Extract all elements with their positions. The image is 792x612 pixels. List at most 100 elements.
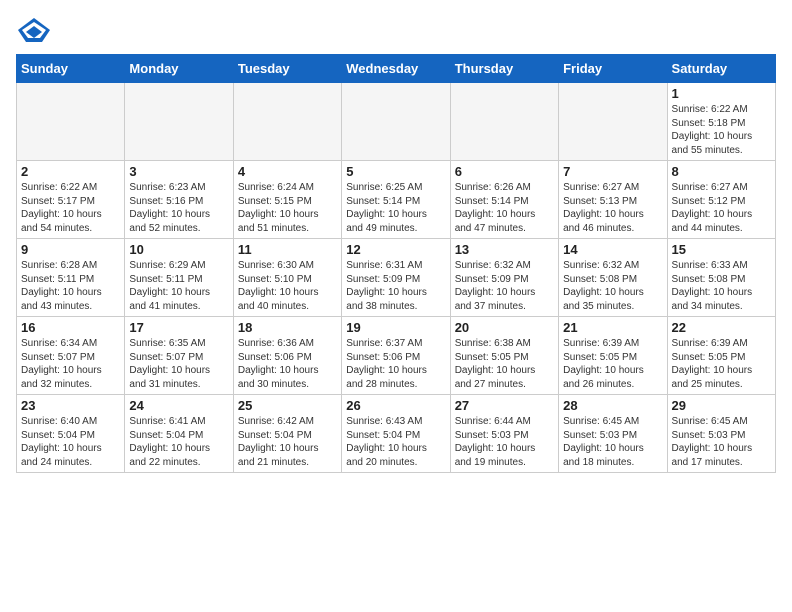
day-info: Sunrise: 6:39 AM Sunset: 5:05 PM Dayligh… — [563, 337, 662, 391]
day-info: Sunrise: 6:34 AM Sunset: 5:07 PM Dayligh… — [21, 337, 120, 391]
weekday-header-saturday: Saturday — [667, 55, 775, 83]
calendar-row: 2 Sunrise: 6:22 AM Sunset: 5:17 PM Daylig… — [17, 161, 776, 239]
calendar-cell: 16 Sunrise: 6:34 AM Sunset: 5:07 PM Dayli… — [17, 317, 125, 395]
weekday-header-row: SundayMondayTuesdayWednesdayThursdayFrid… — [17, 55, 776, 83]
day-number: 27 — [455, 398, 554, 413]
day-number: 3 — [129, 164, 228, 179]
calendar-cell: 19 Sunrise: 6:37 AM Sunset: 5:06 PM Dayli… — [342, 317, 450, 395]
day-info: Sunrise: 6:44 AM Sunset: 5:03 PM Dayligh… — [455, 415, 554, 469]
calendar-cell: 18Sunrise: 6:36 AM Sunset: 5:06 PM Dayli… — [233, 317, 341, 395]
day-number: 12 — [346, 242, 445, 257]
day-info: Sunrise: 6:40 AM Sunset: 5:04 PM Dayligh… — [21, 415, 120, 469]
calendar-cell: 27 Sunrise: 6:44 AM Sunset: 5:03 PM Dayli… — [450, 395, 558, 473]
day-info: Sunrise: 6:31 AM Sunset: 5:09 PM Dayligh… — [346, 259, 445, 313]
calendar-cell: 21 Sunrise: 6:39 AM Sunset: 5:05 PM Dayli… — [559, 317, 667, 395]
calendar-row: 9Sunrise: 6:28 AM Sunset: 5:11 PM Daylig… — [17, 239, 776, 317]
day-number: 16 — [21, 320, 120, 335]
calendar-row: 1 Sunrise: 6:22 AM Sunset: 5:18 PM Daylig… — [17, 83, 776, 161]
calendar-cell: 10 Sunrise: 6:29 AM Sunset: 5:11 PM Dayli… — [125, 239, 233, 317]
day-info: Sunrise: 6:25 AM Sunset: 5:14 PM Dayligh… — [346, 181, 445, 235]
calendar-cell: 17Sunrise: 6:35 AM Sunset: 5:07 PM Dayli… — [125, 317, 233, 395]
day-info: Sunrise: 6:27 AM Sunset: 5:13 PM Dayligh… — [563, 181, 662, 235]
day-number: 10 — [129, 242, 228, 257]
day-info: Sunrise: 6:28 AM Sunset: 5:11 PM Dayligh… — [21, 259, 120, 313]
calendar-cell — [559, 83, 667, 161]
calendar-cell: 14 Sunrise: 6:32 AM Sunset: 5:08 PM Dayli… — [559, 239, 667, 317]
calendar-cell: 15 Sunrise: 6:33 AM Sunset: 5:08 PM Dayli… — [667, 239, 775, 317]
weekday-header-tuesday: Tuesday — [233, 55, 341, 83]
day-info: Sunrise: 6:43 AM Sunset: 5:04 PM Dayligh… — [346, 415, 445, 469]
calendar-cell: 12 Sunrise: 6:31 AM Sunset: 5:09 PM Dayli… — [342, 239, 450, 317]
calendar-cell: 26Sunrise: 6:43 AM Sunset: 5:04 PM Dayli… — [342, 395, 450, 473]
calendar-table: SundayMondayTuesdayWednesdayThursdayFrid… — [16, 54, 776, 473]
calendar-cell: 6 Sunrise: 6:26 AM Sunset: 5:14 PM Daylig… — [450, 161, 558, 239]
day-info: Sunrise: 6:39 AM Sunset: 5:05 PM Dayligh… — [672, 337, 771, 391]
calendar-cell: 22 Sunrise: 6:39 AM Sunset: 5:05 PM Dayli… — [667, 317, 775, 395]
day-number: 4 — [238, 164, 337, 179]
calendar-cell — [450, 83, 558, 161]
day-number: 19 — [346, 320, 445, 335]
calendar-cell: 28 Sunrise: 6:45 AM Sunset: 5:03 PM Dayli… — [559, 395, 667, 473]
day-info: Sunrise: 6:29 AM Sunset: 5:11 PM Dayligh… — [129, 259, 228, 313]
day-info: Sunrise: 6:36 AM Sunset: 5:06 PM Dayligh… — [238, 337, 337, 391]
calendar-cell — [17, 83, 125, 161]
weekday-header-wednesday: Wednesday — [342, 55, 450, 83]
calendar-cell: 24 Sunrise: 6:41 AM Sunset: 5:04 PM Dayli… — [125, 395, 233, 473]
day-info: Sunrise: 6:45 AM Sunset: 5:03 PM Dayligh… — [563, 415, 662, 469]
day-info: Sunrise: 6:30 AM Sunset: 5:10 PM Dayligh… — [238, 259, 337, 313]
calendar-cell: 20 Sunrise: 6:38 AM Sunset: 5:05 PM Dayli… — [450, 317, 558, 395]
day-info: Sunrise: 6:23 AM Sunset: 5:16 PM Dayligh… — [129, 181, 228, 235]
day-info: Sunrise: 6:37 AM Sunset: 5:06 PM Dayligh… — [346, 337, 445, 391]
day-info: Sunrise: 6:38 AM Sunset: 5:05 PM Dayligh… — [455, 337, 554, 391]
day-info: Sunrise: 6:22 AM Sunset: 5:17 PM Dayligh… — [21, 181, 120, 235]
weekday-header-friday: Friday — [559, 55, 667, 83]
day-number: 13 — [455, 242, 554, 257]
calendar-cell: 9Sunrise: 6:28 AM Sunset: 5:11 PM Daylig… — [17, 239, 125, 317]
calendar-cell — [342, 83, 450, 161]
day-number: 2 — [21, 164, 120, 179]
calendar-cell: 11 Sunrise: 6:30 AM Sunset: 5:10 PM Dayli… — [233, 239, 341, 317]
day-number: 15 — [672, 242, 771, 257]
calendar-cell — [125, 83, 233, 161]
day-number: 22 — [672, 320, 771, 335]
day-info: Sunrise: 6:26 AM Sunset: 5:14 PM Dayligh… — [455, 181, 554, 235]
calendar-cell — [233, 83, 341, 161]
calendar-cell: 23Sunrise: 6:40 AM Sunset: 5:04 PM Dayli… — [17, 395, 125, 473]
day-number: 7 — [563, 164, 662, 179]
calendar-cell: 4 Sunrise: 6:24 AM Sunset: 5:15 PM Daylig… — [233, 161, 341, 239]
day-number: 14 — [563, 242, 662, 257]
day-number: 6 — [455, 164, 554, 179]
calendar-cell: 1 Sunrise: 6:22 AM Sunset: 5:18 PM Daylig… — [667, 83, 775, 161]
calendar-row: 16 Sunrise: 6:34 AM Sunset: 5:07 PM Dayli… — [17, 317, 776, 395]
day-number: 29 — [672, 398, 771, 413]
day-number: 1 — [672, 86, 771, 101]
weekday-header-thursday: Thursday — [450, 55, 558, 83]
day-info: Sunrise: 6:45 AM Sunset: 5:03 PM Dayligh… — [672, 415, 771, 469]
day-info: Sunrise: 6:33 AM Sunset: 5:08 PM Dayligh… — [672, 259, 771, 313]
day-number: 24 — [129, 398, 228, 413]
calendar-cell: 5 Sunrise: 6:25 AM Sunset: 5:14 PM Daylig… — [342, 161, 450, 239]
calendar-cell: 8Sunrise: 6:27 AM Sunset: 5:12 PM Daylig… — [667, 161, 775, 239]
day-number: 25 — [238, 398, 337, 413]
calendar-cell: 7 Sunrise: 6:27 AM Sunset: 5:13 PM Daylig… — [559, 161, 667, 239]
logo-icon — [16, 16, 52, 44]
day-number: 28 — [563, 398, 662, 413]
weekday-header-sunday: Sunday — [17, 55, 125, 83]
day-number: 21 — [563, 320, 662, 335]
day-number: 5 — [346, 164, 445, 179]
day-info: Sunrise: 6:41 AM Sunset: 5:04 PM Dayligh… — [129, 415, 228, 469]
day-info: Sunrise: 6:24 AM Sunset: 5:15 PM Dayligh… — [238, 181, 337, 235]
calendar-row: 23Sunrise: 6:40 AM Sunset: 5:04 PM Dayli… — [17, 395, 776, 473]
weekday-header-monday: Monday — [125, 55, 233, 83]
day-info: Sunrise: 6:32 AM Sunset: 5:09 PM Dayligh… — [455, 259, 554, 313]
page-header — [16, 16, 776, 44]
day-info: Sunrise: 6:42 AM Sunset: 5:04 PM Dayligh… — [238, 415, 337, 469]
day-number: 11 — [238, 242, 337, 257]
day-info: Sunrise: 6:32 AM Sunset: 5:08 PM Dayligh… — [563, 259, 662, 313]
day-number: 17 — [129, 320, 228, 335]
day-info: Sunrise: 6:27 AM Sunset: 5:12 PM Dayligh… — [672, 181, 771, 235]
calendar-cell: 3 Sunrise: 6:23 AM Sunset: 5:16 PM Daylig… — [125, 161, 233, 239]
day-number: 20 — [455, 320, 554, 335]
day-info: Sunrise: 6:22 AM Sunset: 5:18 PM Dayligh… — [672, 103, 771, 157]
calendar-cell: 2 Sunrise: 6:22 AM Sunset: 5:17 PM Daylig… — [17, 161, 125, 239]
